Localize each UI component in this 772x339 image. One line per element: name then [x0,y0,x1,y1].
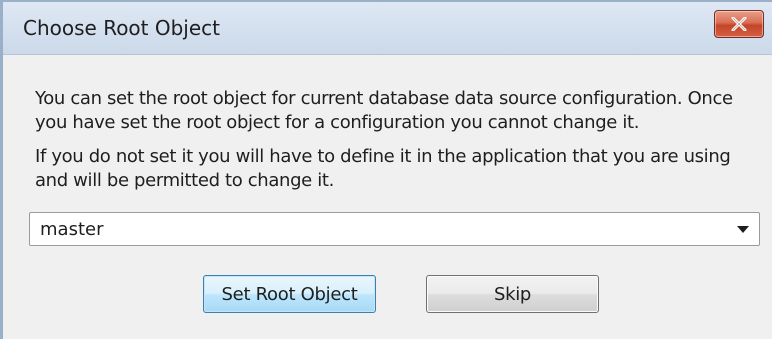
root-object-selected-value: master [40,219,104,240]
chevron-down-icon[interactable] [737,226,749,233]
root-object-dropdown[interactable]: master [29,212,760,246]
info-text-optional: If you do not set it you will have to de… [35,146,731,191]
dialog-content: You can set the root object for current … [3,55,772,339]
close-icon [731,17,747,31]
skip-button[interactable]: Skip [426,275,599,313]
dialog-title: Choose Root Object [23,16,221,40]
title-bar: Choose Root Object [3,2,772,55]
info-text-permanent: You can set the root object for current … [35,88,733,133]
choose-root-object-dialog: Choose Root Object You can set the root … [0,0,772,339]
close-button[interactable] [714,10,764,38]
set-root-object-button[interactable]: Set Root Object [203,275,376,313]
